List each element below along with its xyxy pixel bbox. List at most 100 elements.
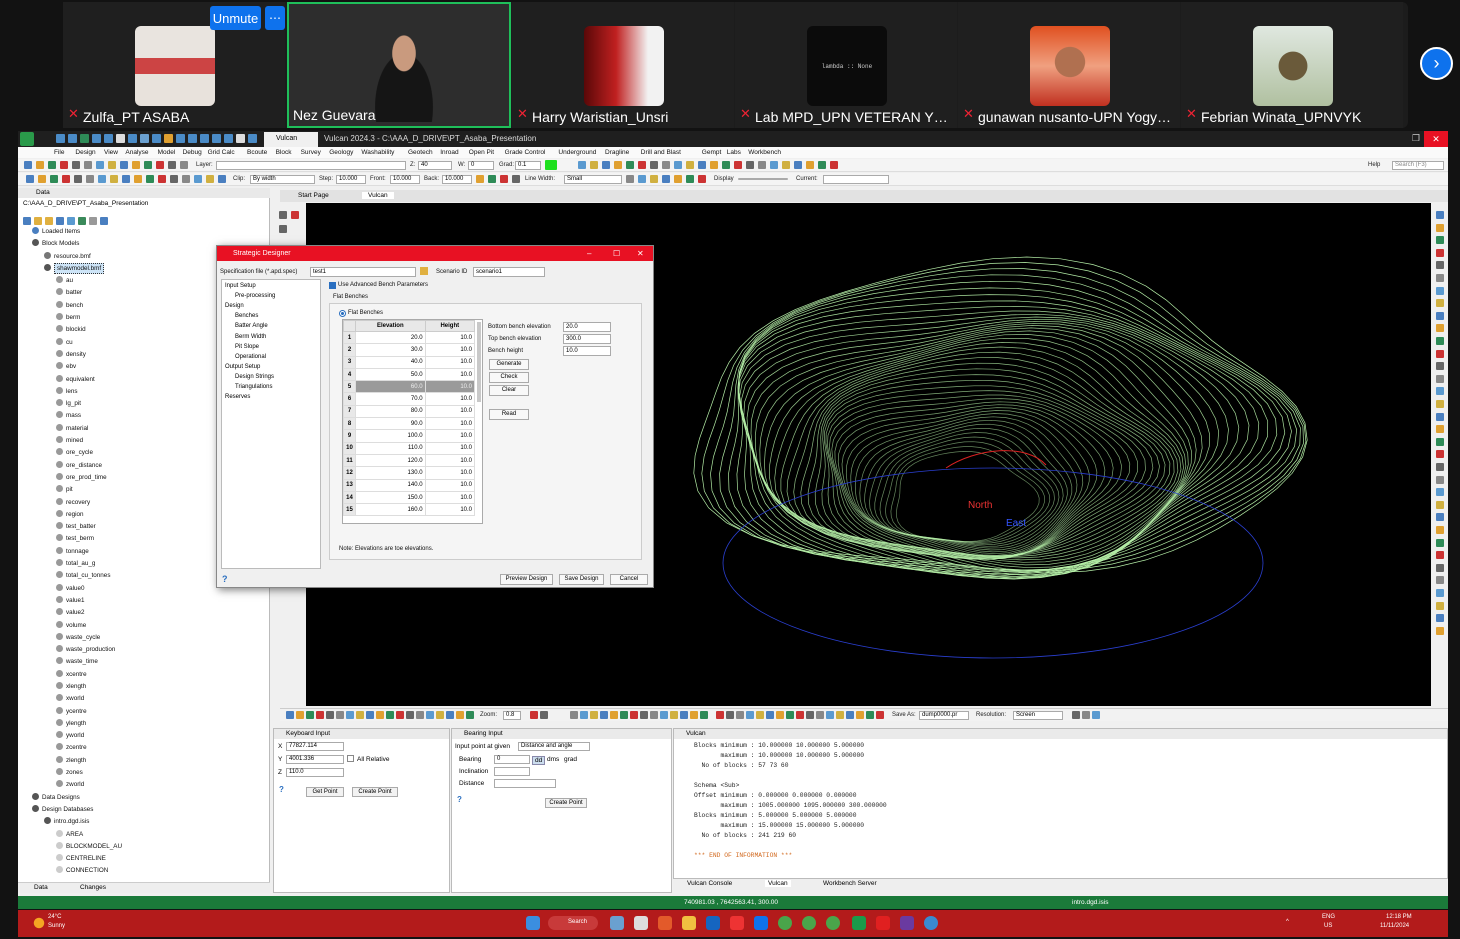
menu-item[interactable]: Bcoute bbox=[247, 149, 267, 156]
quick-access-icon[interactable] bbox=[152, 134, 161, 143]
view-tool-icon[interactable] bbox=[1436, 437, 1444, 446]
minimize-icon[interactable]: – bbox=[587, 249, 591, 258]
tree-item[interactable]: ycentre bbox=[18, 706, 270, 718]
menu-item[interactable]: Analyse bbox=[125, 149, 148, 156]
menu-item[interactable]: Model bbox=[158, 149, 176, 156]
toolbar-icon[interactable] bbox=[26, 175, 34, 183]
view-tool-icon[interactable] bbox=[1436, 311, 1444, 320]
toolbar-icon[interactable] bbox=[638, 175, 646, 183]
menu-item[interactable]: Washability bbox=[361, 149, 394, 156]
toolbar-icon[interactable] bbox=[610, 711, 618, 719]
settings-icon[interactable] bbox=[100, 217, 108, 225]
toolbar-icon[interactable] bbox=[818, 161, 826, 169]
table-row[interactable]: 8 90.0 10.0 bbox=[343, 417, 476, 431]
windows-start-icon[interactable] bbox=[526, 916, 540, 930]
store-icon[interactable] bbox=[658, 916, 672, 930]
nav-item[interactable]: Pit Slope bbox=[235, 344, 259, 350]
toolbar-icon[interactable] bbox=[662, 175, 670, 183]
toolbar-icon[interactable] bbox=[686, 175, 694, 183]
toolbar-icon[interactable] bbox=[726, 711, 734, 719]
nav-item[interactable]: Design bbox=[225, 303, 244, 309]
quick-access-icon[interactable] bbox=[200, 134, 209, 143]
toolbar-icon[interactable] bbox=[194, 175, 202, 183]
elevation-cell[interactable]: 120.0 bbox=[355, 453, 426, 468]
participant-tile[interactable]: ✕ gunawan nusanto-UPN Yogyakar... bbox=[958, 2, 1180, 128]
zoom-input[interactable]: 0.8 bbox=[503, 711, 521, 720]
inclination-input[interactable] bbox=[494, 767, 530, 776]
all-relative-checkbox[interactable] bbox=[347, 755, 354, 762]
resolution-select[interactable]: Screen bbox=[1013, 711, 1063, 720]
menu-item[interactable]: Grade Control bbox=[505, 149, 546, 156]
grid-icon[interactable] bbox=[67, 217, 75, 225]
toolbar-icon[interactable] bbox=[770, 161, 778, 169]
height-cell[interactable]: 10.0 bbox=[424, 343, 476, 357]
toolbar-icon[interactable] bbox=[736, 711, 744, 719]
toolbar-icon[interactable] bbox=[180, 161, 188, 169]
view-tool-icon[interactable] bbox=[1436, 601, 1444, 610]
tree-item[interactable]: xworld bbox=[18, 693, 270, 705]
toolbar-icon[interactable] bbox=[36, 161, 44, 169]
display-slider[interactable] bbox=[738, 178, 788, 180]
app-icon[interactable] bbox=[730, 916, 744, 930]
toolbar-icon[interactable] bbox=[182, 175, 190, 183]
view-tool-icon[interactable] bbox=[1436, 614, 1444, 623]
unit-dms[interactable]: dms bbox=[547, 756, 559, 763]
clock-time[interactable]: 12:18 PM bbox=[1386, 914, 1412, 920]
bench-height-input[interactable]: 10.0 bbox=[563, 346, 611, 356]
toolbar-icon[interactable] bbox=[806, 711, 814, 719]
toolbar-icon[interactable] bbox=[650, 711, 658, 719]
toolbar-icon[interactable] bbox=[540, 711, 548, 719]
view-tool-icon[interactable] bbox=[1436, 500, 1444, 509]
toolbar-icon[interactable] bbox=[710, 161, 718, 169]
toolbar-icon[interactable] bbox=[756, 711, 764, 719]
view-tool-icon[interactable] bbox=[1436, 589, 1444, 597]
table-row[interactable]: 15 160.0 10.0 bbox=[343, 503, 476, 517]
get-point-button[interactable]: Get Point bbox=[306, 787, 344, 797]
view-tool-icon[interactable] bbox=[1436, 337, 1444, 345]
elevation-cell[interactable]: 160.0 bbox=[355, 503, 426, 517]
height-cell[interactable]: 10.0 bbox=[424, 478, 476, 492]
title-tab[interactable]: Vulcan bbox=[264, 132, 318, 147]
quick-access-icon[interactable] bbox=[56, 134, 65, 143]
toolbar-icon[interactable] bbox=[640, 711, 648, 719]
elevation-cell[interactable]: 130.0 bbox=[355, 466, 426, 480]
linewidth-select[interactable]: Small bbox=[564, 175, 622, 184]
toolbar-icon[interactable] bbox=[836, 711, 844, 719]
toolbar-icon[interactable] bbox=[74, 175, 82, 183]
view-tool-icon[interactable] bbox=[1436, 488, 1444, 497]
view-tool-icon[interactable] bbox=[1436, 299, 1444, 308]
toolbar-icon[interactable] bbox=[614, 161, 622, 169]
back-input[interactable]: 10.000 bbox=[442, 175, 472, 184]
menu-item[interactable]: File bbox=[54, 149, 64, 156]
grid-scrollbar[interactable] bbox=[477, 322, 481, 402]
height-cell[interactable]: 10.0 bbox=[424, 453, 476, 468]
tree-item[interactable]: zlength bbox=[18, 755, 270, 767]
pdf-reader-icon[interactable] bbox=[876, 916, 890, 930]
toolbar-icon[interactable] bbox=[722, 161, 730, 169]
z-input[interactable]: 40 bbox=[418, 161, 452, 170]
toolbar-icon[interactable] bbox=[98, 175, 106, 183]
toolbar-icon[interactable] bbox=[670, 711, 678, 719]
toolbar-icon[interactable] bbox=[570, 711, 578, 719]
refresh-icon[interactable] bbox=[78, 217, 86, 225]
view-tool-icon[interactable] bbox=[1436, 324, 1444, 333]
tree-item[interactable]: yworld bbox=[18, 730, 270, 742]
view-tool-icon[interactable] bbox=[1436, 513, 1444, 522]
view-tool-icon[interactable] bbox=[1436, 626, 1444, 635]
help-icon[interactable]: ? bbox=[222, 574, 228, 584]
view-tool-icon[interactable] bbox=[1436, 274, 1444, 282]
toolbar-icon[interactable] bbox=[206, 175, 214, 183]
toolbar-icon[interactable] bbox=[638, 161, 646, 169]
menu-item[interactable]: Gempt bbox=[702, 149, 722, 156]
toolbar-icon[interactable] bbox=[500, 175, 508, 183]
toolbar-icon[interactable] bbox=[794, 161, 802, 169]
tab-start-page[interactable]: Start Page bbox=[298, 192, 329, 199]
chrome-icon[interactable] bbox=[802, 916, 816, 930]
y-input[interactable]: 4001.336 bbox=[286, 755, 344, 764]
view-tool-icon[interactable] bbox=[1436, 538, 1444, 547]
tools-icon[interactable] bbox=[89, 217, 97, 225]
tree-item[interactable]: value1 bbox=[18, 595, 270, 607]
menu-item[interactable]: Debug bbox=[183, 149, 202, 156]
toolbar-icon[interactable] bbox=[590, 161, 598, 169]
tree-item[interactable]: waste_production bbox=[18, 644, 270, 656]
